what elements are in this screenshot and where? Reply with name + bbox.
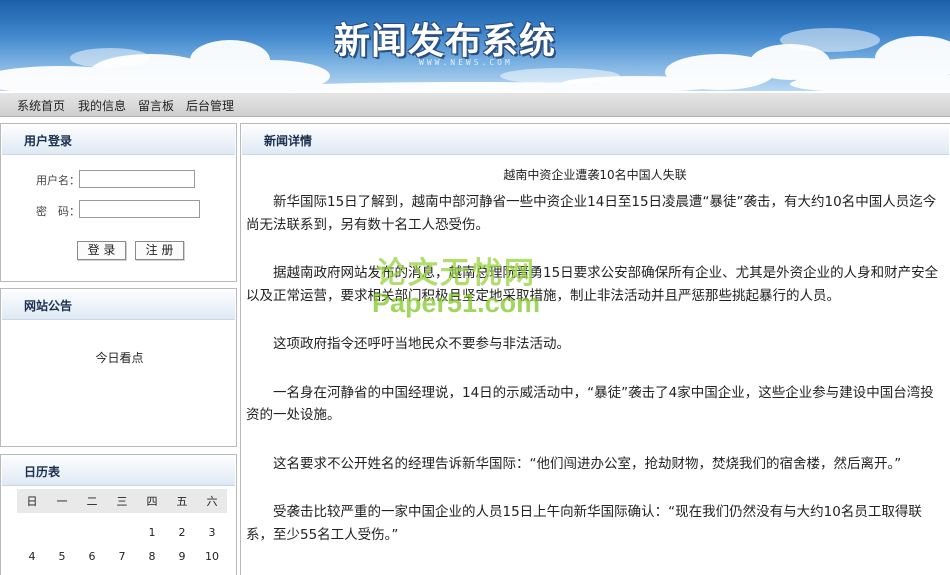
news-detail-heading: 新闻详情 xyxy=(242,125,949,155)
weekday-sat: 六 xyxy=(206,495,218,508)
password-label: 密 码： xyxy=(36,205,80,218)
calendar-grid: 日 一 二 三 四 五 六 1 2 3 4 5 6 7 8 9 10 xyxy=(17,489,227,575)
calendar-week: 1 2 3 xyxy=(17,520,227,544)
login-heading: 用户登录 xyxy=(2,125,235,155)
username-input[interactable] xyxy=(79,170,195,188)
site-url: WWW.NEWS.COM xyxy=(419,58,513,67)
login-button[interactable]: 登 录 xyxy=(77,241,126,260)
nav-message-board[interactable]: 留言板 xyxy=(138,97,174,114)
username-label: 用户名： xyxy=(36,174,80,187)
calendar-day[interactable]: 9 xyxy=(167,550,197,563)
notice-text[interactable]: 今日看点 xyxy=(1,349,238,366)
weekday-thu: 四 xyxy=(146,495,158,508)
calendar-day[interactable]: 6 xyxy=(77,550,107,563)
calendar-panel: 日历表 日 一 二 三 四 五 六 1 2 3 4 5 6 7 8 9 10 xyxy=(0,454,237,575)
calendar-week: 4 5 6 7 8 9 10 xyxy=(17,544,227,568)
notice-heading: 网站公告 xyxy=(2,290,235,320)
site-title: 新闻发布系统 xyxy=(334,21,557,62)
nav-home[interactable]: 系统首页 xyxy=(17,97,65,114)
calendar-heading: 日历表 xyxy=(2,456,235,486)
calendar-day[interactable]: 7 xyxy=(107,550,137,563)
calendar-day[interactable]: 10 xyxy=(197,550,227,563)
login-panel: 用户登录 用户名： 密 码： 登 录 注 册 xyxy=(0,123,237,282)
article-body: 新华国际15日了解到，越南中部河静省一些中资企业14日至15日凌晨遭“暴徒”袭击… xyxy=(246,191,941,572)
calendar-day[interactable]: 8 xyxy=(137,550,167,563)
nav-my-info[interactable]: 我的信息 xyxy=(78,97,126,114)
notice-panel: 网站公告 今日看点 xyxy=(0,288,237,447)
weekday-sun: 日 xyxy=(26,495,38,508)
calendar-day[interactable]: 1 xyxy=(137,526,167,539)
password-input[interactable] xyxy=(79,200,200,218)
calendar-week: 11 12 13 14 15 16 17 xyxy=(17,568,227,575)
article-paragraph: 受袭击比较严重的一家中国企业的人员15日上午向新华国际确认：“现在我们仍然没有与… xyxy=(246,504,922,543)
weekday-wed: 三 xyxy=(116,495,128,508)
calendar-days: 1 2 3 4 5 6 7 8 9 10 11 12 13 14 15 16 1… xyxy=(17,520,227,575)
calendar-day[interactable]: 5 xyxy=(47,550,77,563)
article-paragraph: 这项政府指令还呼吁当地民众不要参与非法活动。 xyxy=(273,336,570,352)
main-nav: 系统首页 我的信息 留言板 后台管理 xyxy=(0,93,950,117)
article-paragraph: 一名身在河静省的中国经理说，14日的示威活动中，“暴徒”袭击了4家中国企业，这些… xyxy=(246,384,934,424)
calendar-day[interactable]: 4 xyxy=(17,550,47,563)
article-title: 越南中资企业遭袭10名中国人失联 xyxy=(503,168,687,182)
calendar-weekday-row: 日 一 二 三 四 五 六 xyxy=(17,489,227,513)
weekday-mon: 一 xyxy=(56,495,68,508)
weekday-tue: 二 xyxy=(86,495,98,508)
calendar-day[interactable]: 2 xyxy=(167,526,197,539)
article-paragraph: 据越南政府网站发布的消息，越南总理阮晋勇15日要求公安部确保所有企业、尤其是外资… xyxy=(246,265,939,304)
nav-admin[interactable]: 后台管理 xyxy=(186,97,234,114)
article-paragraph: 这名要求不公开姓名的经理告诉新华国际：“他们闯进办公室，抢劫财物，焚烧我们的宿舍… xyxy=(273,455,902,472)
site-banner: 新闻发布系统 WWW.NEWS.COM xyxy=(0,0,950,91)
calendar-day[interactable]: 3 xyxy=(197,526,227,539)
weekday-fri: 五 xyxy=(176,495,188,508)
register-button[interactable]: 注 册 xyxy=(135,241,184,260)
news-detail-panel: 新闻详情 越南中资企业遭袭10名中国人失联 新华国际15日了解到，越南中部河静省… xyxy=(240,123,950,575)
article-paragraph: 新华国际15日了解到，越南中部河静省一些中资企业14日至15日凌晨遭“暴徒”袭击… xyxy=(246,194,937,233)
